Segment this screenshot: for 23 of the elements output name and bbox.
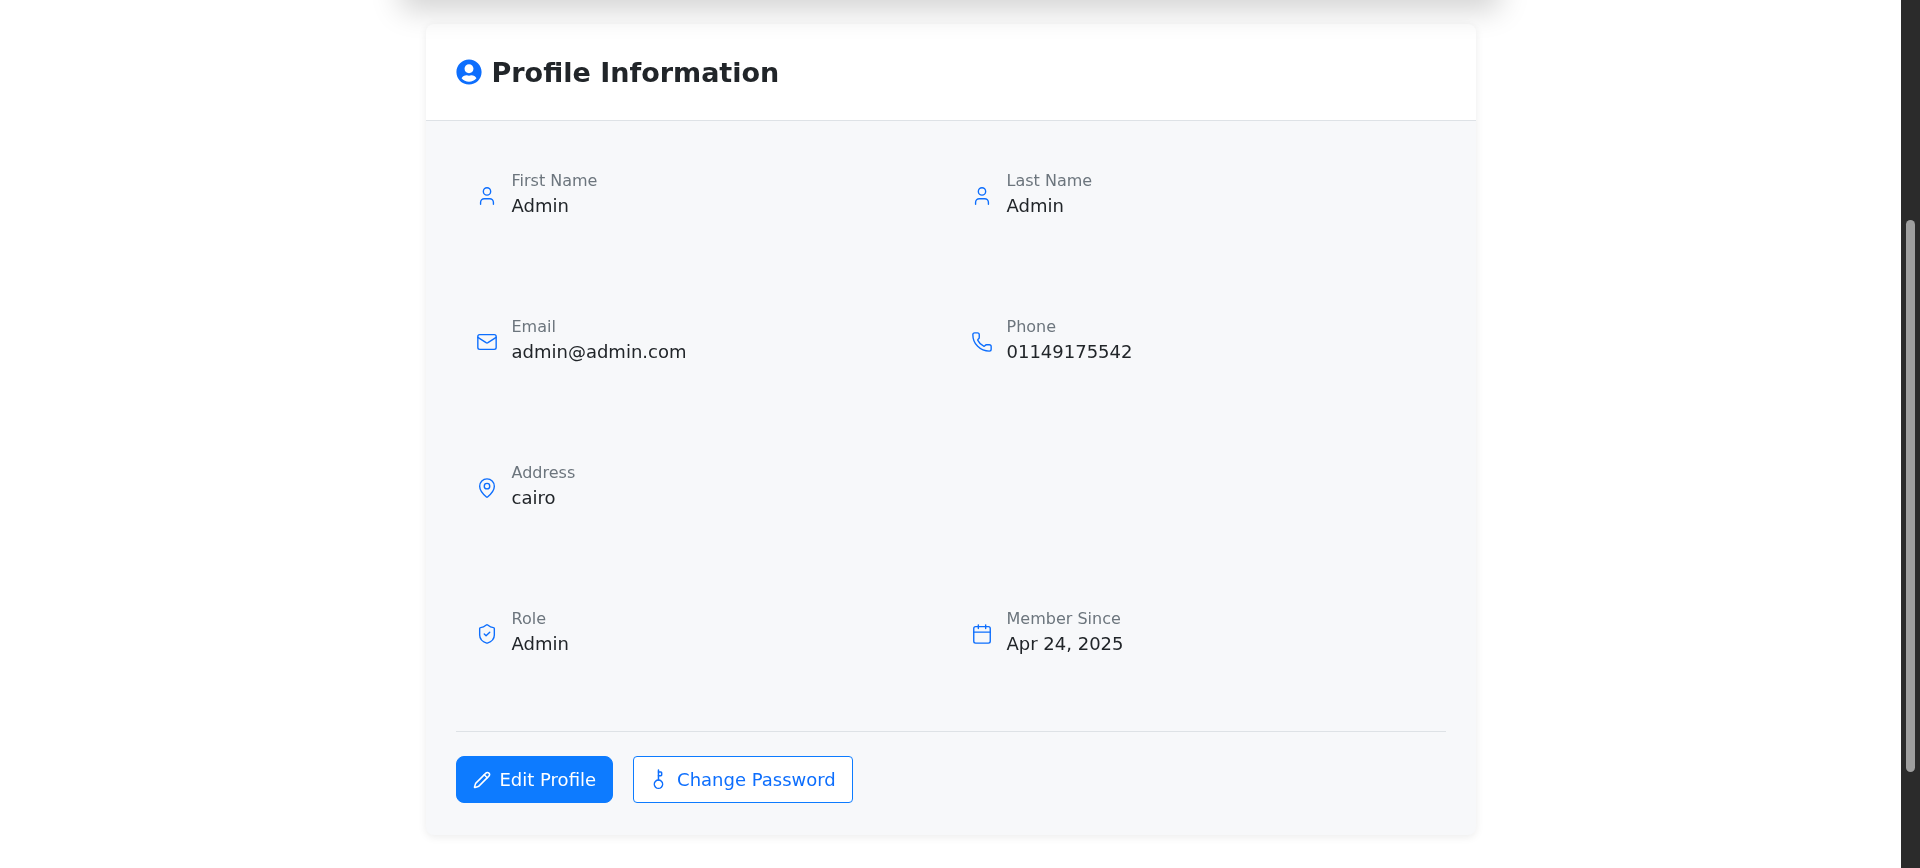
scrollbar-thumb[interactable] — [1906, 220, 1915, 772]
pencil-icon — [472, 770, 491, 789]
field-label: Address — [511, 463, 576, 482]
field-value: 01149175542 — [1006, 341, 1133, 362]
phone-icon — [970, 331, 993, 353]
field-value: Admin — [1006, 195, 1065, 216]
field-value: Apr 24, 2025 — [1006, 633, 1124, 654]
field-value: admin@admin.com — [511, 341, 687, 362]
field-label: Email — [511, 317, 557, 336]
edit-profile-button[interactable]: Edit Profile — [455, 756, 614, 803]
envelope-icon — [475, 331, 498, 353]
card-title: Profile Information — [491, 56, 780, 88]
field-label: Last Name — [1006, 171, 1093, 190]
field-value: Admin — [511, 195, 570, 216]
field-label: Member Since — [1006, 609, 1122, 628]
scrollbar[interactable] — [1901, 0, 1920, 868]
change-password-button[interactable]: Change Password — [633, 756, 853, 803]
field-label: Phone — [1006, 317, 1058, 336]
field-value: cairo — [511, 487, 557, 508]
field-label: First Name — [511, 171, 598, 190]
field-label: Role — [511, 609, 547, 628]
calendar-icon — [970, 623, 993, 645]
field-value: Admin — [511, 633, 569, 654]
